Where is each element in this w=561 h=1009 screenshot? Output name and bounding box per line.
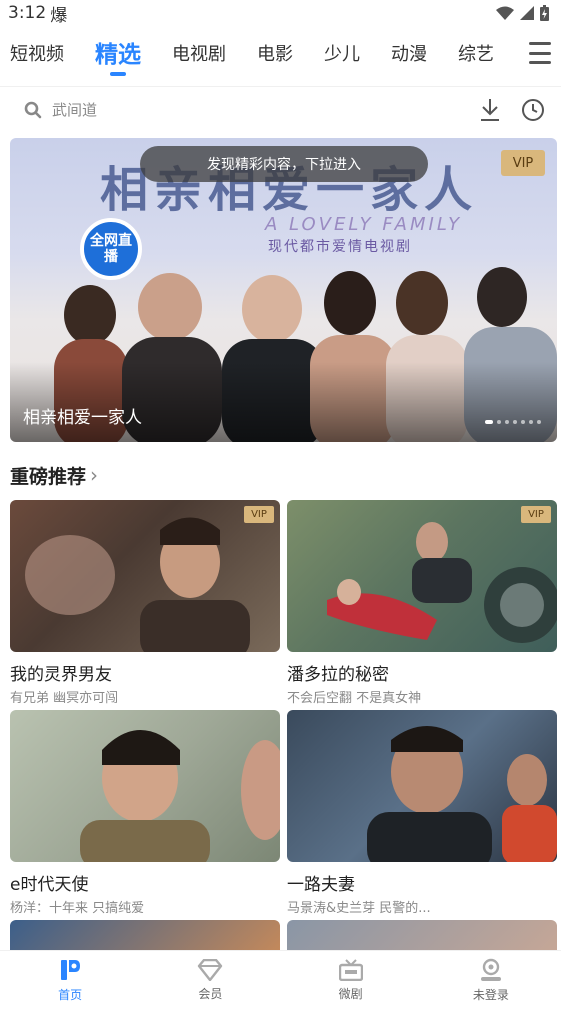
menu-icon[interactable]: [529, 42, 551, 64]
status-right: [496, 5, 549, 21]
signal-icon: [520, 6, 534, 20]
bottom-navigation: 首页 会员 微剧 未登录: [0, 950, 561, 1009]
user-icon: [480, 958, 501, 981]
nav-label: 未登录: [472, 987, 509, 1002]
banner-caption: 相亲相爱一家人: [23, 408, 142, 428]
search-actions: [479, 98, 545, 122]
thumbnail-art: [80, 730, 280, 862]
thumbnail-art: [25, 517, 250, 652]
history-icon[interactable]: [521, 98, 545, 122]
card-title: 一路夫妻: [287, 875, 355, 895]
tab-featured[interactable]: 精选: [95, 32, 141, 78]
carousel-dot: [513, 420, 517, 424]
search-bar: 武间道: [0, 86, 561, 132]
banner-english-art: A LOVELY FAMILY: [265, 214, 463, 235]
chevron-right-icon: ›: [90, 463, 99, 487]
section-header[interactable]: 重磅推荐 ›: [10, 460, 98, 490]
status-bar: 3:12 爆: [0, 0, 561, 26]
banner-gradient: [10, 362, 557, 442]
card-title: e时代天使: [10, 875, 89, 895]
banner-subtitle-art: 现代都市爱情电视剧: [268, 239, 412, 255]
wifi-icon: [496, 6, 514, 20]
card-subtitle: 马景涛&史兰芽 民警的...: [287, 901, 431, 916]
video-card[interactable]: VIP 我的灵界男友 有兄弟 幽冥亦可闯: [10, 500, 280, 706]
card-title: 我的灵界男友: [10, 665, 112, 685]
video-card[interactable]: 一路夫妻 马景涛&史兰芽 民警的...: [287, 710, 557, 916]
tab-tv-series[interactable]: 电视剧: [172, 32, 226, 78]
thumbnail-art: [327, 522, 557, 643]
carousel-dot: [521, 420, 525, 424]
section-title: 重磅推荐: [10, 465, 87, 488]
download-icon[interactable]: [479, 98, 501, 122]
nav-home[interactable]: 首页: [0, 951, 140, 1009]
nav-vip[interactable]: 会员: [140, 951, 280, 1009]
vip-badge: VIP: [501, 150, 545, 176]
vip-badge: VIP: [521, 506, 551, 523]
hot-symbol: 爆: [50, 5, 68, 26]
nav-label: 会员: [198, 986, 223, 1001]
search-input[interactable]: 武间道: [24, 99, 479, 120]
video-card[interactable]: e时代天使 杨洋：十年来 只搞纯爱: [10, 710, 280, 916]
card-subtitle: 不会后空翻 不是真女神: [287, 691, 422, 706]
diamond-icon: [198, 958, 223, 981]
video-thumbnail: [287, 710, 557, 862]
tv-icon: [338, 958, 363, 981]
category-tabs: 短视频 精选 电视剧 电影 少儿 动漫 综艺: [0, 30, 561, 80]
tab-kids[interactable]: 少儿: [324, 32, 360, 78]
nav-label: 首页: [58, 987, 83, 1002]
pull-down-hint: 发现精彩内容，下拉进入: [140, 146, 428, 182]
hero-banner[interactable]: 相亲相爱一家人 A LOVELY FAMILY 现代都市爱情电视剧 全网直播 发…: [10, 138, 557, 442]
video-thumbnail: [10, 710, 280, 862]
carousel-dot: [505, 420, 509, 424]
video-card[interactable]: VIP 潘多拉的秘密 不会后空翻 不是真女神: [287, 500, 557, 706]
vip-badge: VIP: [244, 506, 274, 523]
nav-profile[interactable]: 未登录: [421, 951, 561, 1009]
tab-variety[interactable]: 综艺: [458, 32, 494, 78]
status-left: 3:12 爆: [8, 1, 67, 26]
carousel-dot: [485, 420, 493, 424]
nav-micro-drama[interactable]: 微剧: [281, 951, 421, 1009]
status-time: 3:12: [8, 3, 47, 23]
carousel-dot: [529, 420, 533, 424]
tab-anime[interactable]: 动漫: [391, 32, 427, 78]
search-placeholder: 武间道: [52, 101, 98, 119]
carousel-dot: [497, 420, 501, 424]
video-thumbnail: VIP: [287, 500, 557, 652]
battery-icon: [540, 5, 549, 21]
carousel-dot: [537, 420, 541, 424]
card-subtitle: 杨洋：十年来 只搞纯爱: [10, 901, 145, 916]
nav-label: 微剧: [338, 986, 363, 1001]
carousel-dots: [485, 420, 541, 424]
card-subtitle: 有兄弟 幽冥亦可闯: [10, 691, 119, 706]
home-logo-icon: [61, 959, 81, 980]
tab-movies[interactable]: 电影: [257, 32, 293, 78]
video-thumbnail: VIP: [10, 500, 280, 652]
tab-short-video[interactable]: 短视频: [10, 32, 64, 78]
thumbnail-art: [367, 726, 557, 862]
card-title: 潘多拉的秘密: [287, 665, 389, 685]
search-icon: [24, 101, 42, 118]
